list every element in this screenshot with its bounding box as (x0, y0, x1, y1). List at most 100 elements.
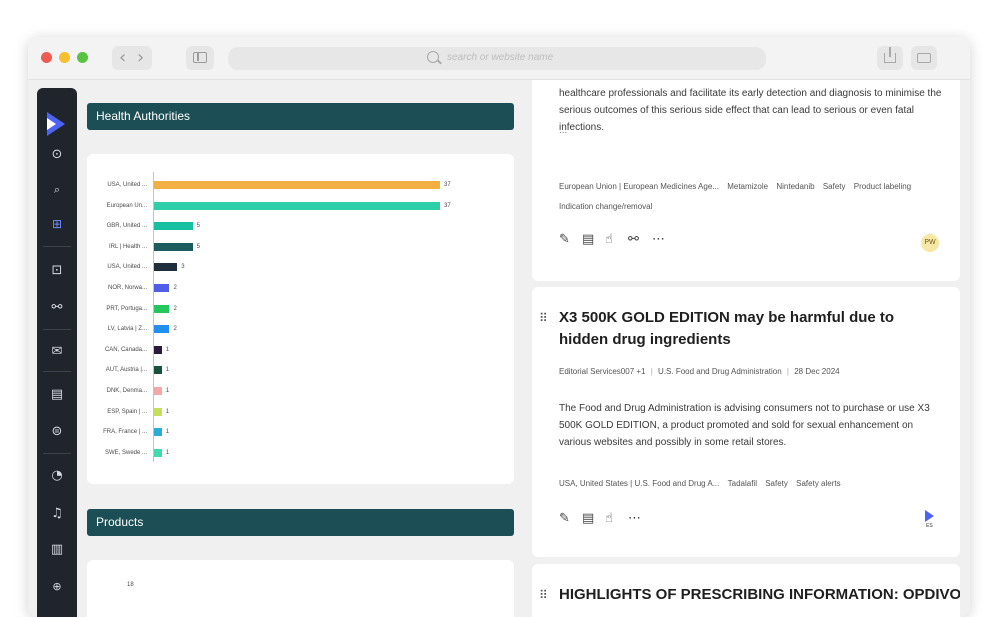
tag[interactable]: Safety alerts (796, 479, 840, 488)
chart-bar[interactable] (154, 263, 178, 272)
right-column: healthcare professionals and facilitate … (532, 80, 960, 617)
tabs-button[interactable] (911, 46, 937, 70)
chart-bar[interactable] (154, 325, 170, 334)
bell-icon[interactable]: ♫ (37, 506, 77, 521)
chart-value-label: 1 (165, 449, 170, 456)
chart-bar[interactable] (154, 242, 193, 251)
chart-value-label: 3 (181, 264, 185, 271)
jar-icon[interactable]: ⊜ (37, 424, 77, 439)
speed-icon[interactable]: ◔ (37, 468, 77, 483)
notes-icon[interactable]: ▤ (582, 511, 594, 526)
grid-icon[interactable]: ⊞ (37, 217, 77, 231)
tag[interactable]: Metamizole (727, 182, 768, 191)
more-icon[interactable]: ⋯ (628, 511, 641, 526)
edit-icon[interactable]: ✎ (559, 232, 570, 247)
molecule-icon[interactable]: ⚯ (37, 300, 77, 315)
maximize-window-button[interactable] (77, 52, 88, 63)
chart-bar[interactable] (154, 345, 162, 354)
search-icon[interactable]: ⌕ (37, 183, 77, 197)
chart-category-label: AUT, Austria |... (105, 367, 147, 374)
chart-bar[interactable] (154, 448, 162, 457)
inbox-icon[interactable]: ⊡ (37, 263, 77, 278)
products-tick-label: 18 (127, 582, 134, 588)
zoom-icon[interactable]: ⊕ (37, 580, 77, 593)
tag[interactable]: Indication change/removal (559, 202, 652, 211)
card-ellipsis: ... (559, 125, 568, 136)
molecule-icon[interactable]: ⚯ (628, 232, 639, 247)
drag-handle-icon[interactable]: ⠿ (539, 311, 548, 325)
chart-bar[interactable] (154, 201, 440, 210)
card-title[interactable]: HIGHLIGHTS OF PRESCRIBING INFORMATION: O… (559, 584, 960, 606)
section-header-products: Products (87, 509, 514, 536)
chart-category-label: PRT, Portuga... (106, 305, 147, 312)
news-card[interactable]: healthcare professionals and facilitate … (532, 80, 960, 281)
chart-category-label: IRL | Health ... (108, 243, 147, 250)
chart-value-label: 1 (165, 388, 170, 394)
forward-icon[interactable]: ⊙ (37, 147, 77, 162)
back-icon[interactable]: ‹ (119, 47, 126, 68)
tag[interactable]: Product labeling (854, 182, 911, 191)
tag[interactable]: Tadalafil (728, 479, 757, 488)
minimize-window-button[interactable] (59, 52, 70, 63)
avatar: PW (921, 234, 939, 252)
browser-toolbar: ‹ › search or website name (28, 37, 970, 80)
close-window-button[interactable] (41, 52, 52, 63)
card-tags: European Union | European Medicines Age.… (559, 182, 939, 191)
tabs-icon (917, 53, 931, 63)
news-card[interactable]: ⠿ X3 500K GOLD EDITION may be harmful du… (532, 287, 960, 557)
share-button[interactable] (877, 46, 903, 70)
chart-category-label: DNK, Denma... (106, 388, 147, 394)
chart-category-label: GBR, United ... (106, 223, 147, 230)
chart-value-label: 2 (173, 326, 177, 333)
chart-value-label: 5 (196, 223, 200, 230)
chart-category-label: FRA, France | ... (103, 429, 147, 436)
notes-icon[interactable]: ▤ (582, 232, 594, 247)
news-card[interactable]: ⠿ HIGHLIGHTS OF PRESCRIBING INFORMATION:… (532, 564, 960, 617)
thumbs-up-icon[interactable]: ☝ (605, 511, 613, 526)
tag[interactable]: Safety (823, 182, 846, 191)
chart-bar[interactable] (154, 181, 440, 189)
card-body-text: healthcare professionals and facilitate … (559, 88, 942, 133)
thumbs-up-icon[interactable]: ☝ (605, 232, 613, 247)
tag[interactable]: Nintedanib (776, 182, 814, 191)
sidebar-divider (43, 246, 71, 247)
tag[interactable]: USA, United States | U.S. Food and Drug … (559, 479, 719, 488)
card-body-text: The Food and Drug Administration is advi… (559, 403, 930, 448)
sidebar-toggle-button[interactable] (186, 46, 214, 70)
edit-icon[interactable]: ✎ (559, 511, 570, 526)
forward-icon[interactable]: › (137, 47, 144, 68)
chart-bar[interactable] (154, 284, 170, 292)
chart-value-label: 1 (165, 367, 170, 374)
meta-divider: | (786, 367, 789, 376)
logo-icon[interactable] (47, 112, 65, 136)
chart-category-label: CAN, Canada... (104, 346, 147, 353)
chart-bar[interactable] (154, 304, 170, 313)
chart-value-label: 2 (173, 305, 177, 312)
card-title[interactable]: X3 500K GOLD EDITION may be harmful due … (559, 307, 939, 351)
address-bar[interactable]: search or website name (228, 47, 766, 70)
sidebar-divider (43, 453, 71, 454)
tag[interactable]: Safety (765, 479, 788, 488)
chart-bar[interactable] (154, 407, 162, 416)
health-authorities-chart-card: USA, United ... 37 European Un... 37 GBR, Un… (87, 154, 514, 484)
chart-category-label: ESP, Spain | ... (107, 408, 147, 415)
tag[interactable]: European Union | European Medicines Age.… (559, 182, 719, 191)
chart-bar[interactable] (154, 387, 162, 395)
back-forward-buttons[interactable]: ‹ › (112, 46, 152, 70)
more-icon[interactable]: ⋯ (652, 232, 665, 247)
chart-value-label: 1 (165, 429, 170, 436)
chart-axis (153, 172, 154, 462)
file-icon[interactable]: ▥ (37, 542, 77, 557)
chart-category-label: LV, Latvia | Z... (107, 326, 147, 333)
address-placeholder: search or website name (447, 52, 554, 63)
sidebar-icon (193, 52, 207, 63)
card-tags: USA, United States | U.S. Food and Drug … (559, 479, 939, 488)
card-author: Editorial Services007 +1 (559, 367, 646, 376)
mail-icon[interactable]: ✉ (37, 344, 77, 359)
chart-bar[interactable] (154, 428, 162, 437)
chart-category-label: European Un... (106, 202, 147, 209)
chart-bar[interactable] (154, 366, 162, 375)
chart-bar[interactable] (154, 222, 193, 231)
drag-handle-icon[interactable]: ⠿ (539, 588, 548, 602)
document-icon[interactable]: ▤ (37, 387, 77, 402)
